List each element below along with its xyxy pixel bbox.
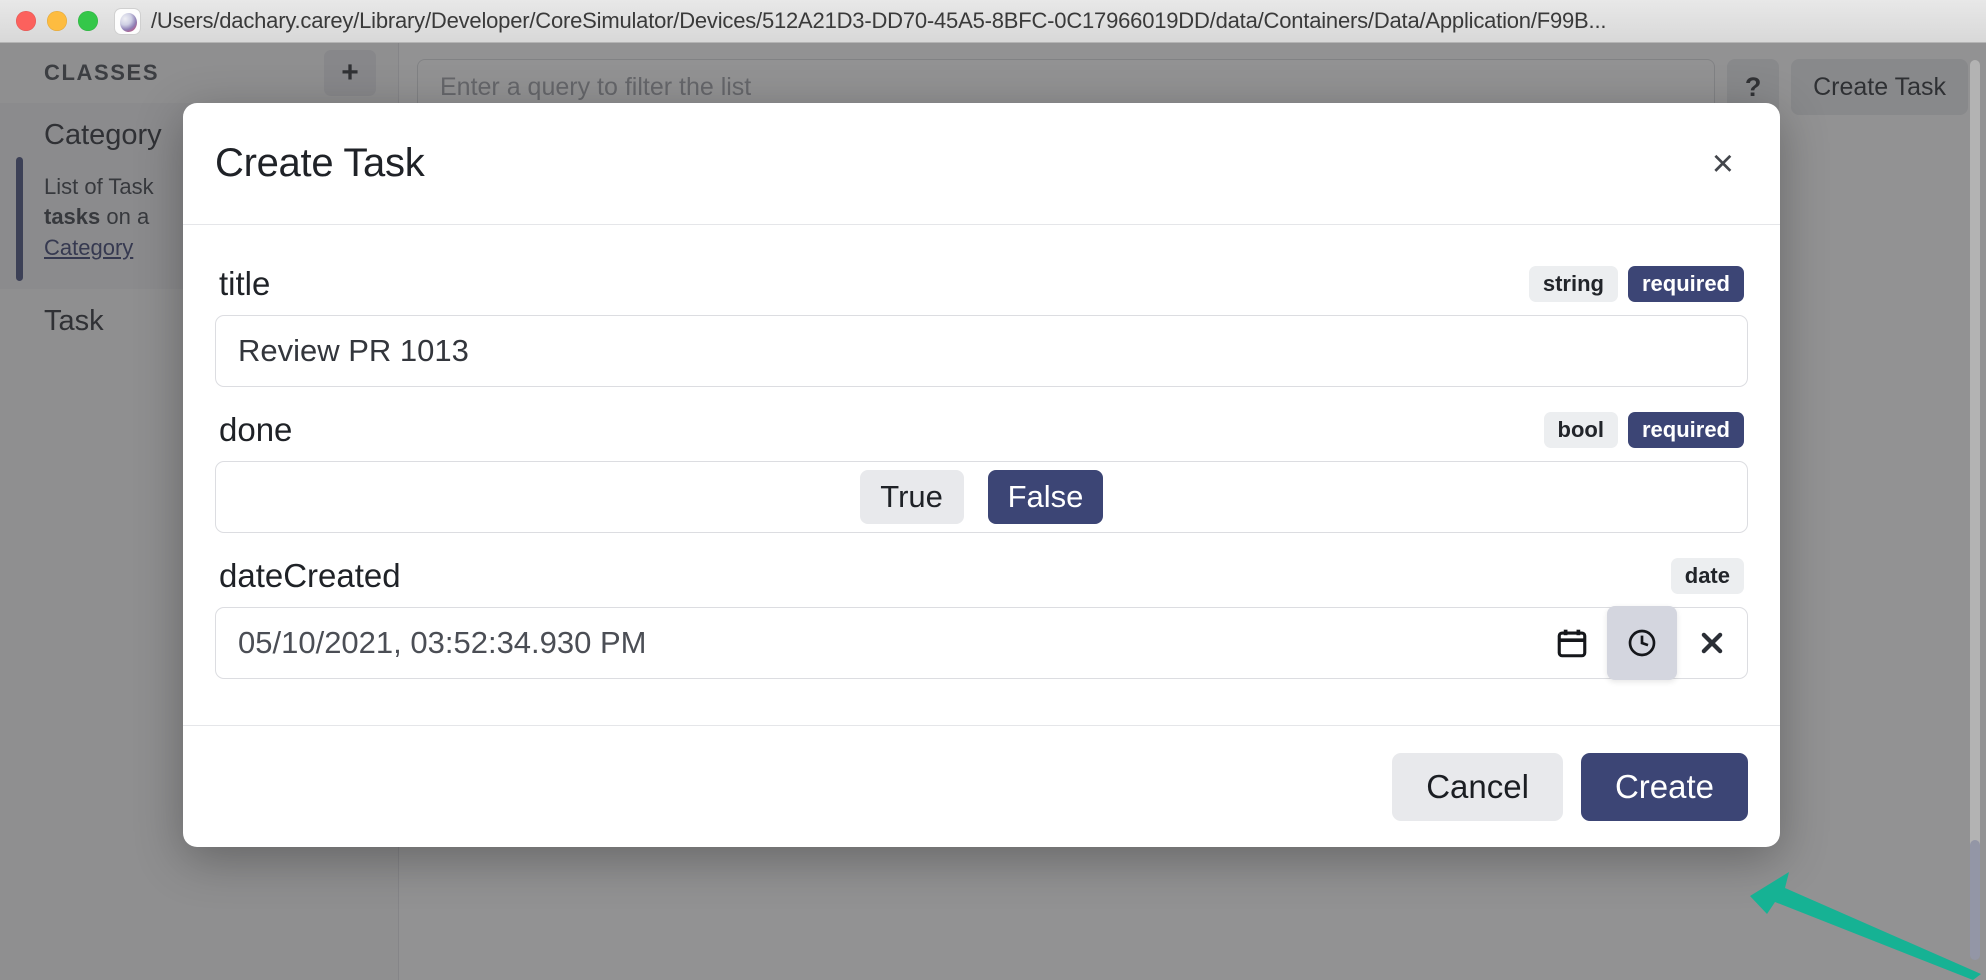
modal-header: Create Task × [183,103,1780,225]
done-option-false[interactable]: False [987,470,1104,524]
modal-footer: Cancel Create [183,725,1780,847]
field-title-badges: string required [1528,266,1744,302]
clock-icon[interactable] [1607,606,1677,680]
modal-body: title string required Review PR 1013 don… [183,225,1780,725]
required-badge: required [1627,412,1744,448]
window-title: /Users/dachary.carey/Library/Developer/C… [151,8,1607,33]
app-scrollbar-thumb[interactable] [1970,840,1980,960]
clear-icon[interactable] [1677,608,1747,678]
realm-studio-icon [114,7,141,35]
date-created-input[interactable]: 05/10/2021, 03:52:34.930 PM [238,625,1537,661]
field-date-created-header: dateCreated date [215,545,1748,607]
date-created-control: 05/10/2021, 03:52:34.930 PM [215,606,1748,680]
type-badge: date [1670,558,1744,594]
os-window: /Users/dachary.carey/Library/Developer/C… [0,0,1986,980]
done-toggle-group: True False [215,461,1748,533]
field-date-created: dateCreated date 05/10/2021, 03:52:34.93… [215,545,1748,680]
field-date-created-badges: date [1670,558,1744,594]
close-icon[interactable]: × [1702,141,1744,187]
zoom-window-button[interactable] [78,11,98,31]
date-action-group [1537,606,1747,680]
field-date-created-label: dateCreated [219,557,401,594]
calendar-icon[interactable] [1537,608,1607,678]
title-input[interactable]: Review PR 1013 [215,315,1748,387]
close-window-button[interactable] [16,11,36,31]
done-option-true[interactable]: True [859,470,964,524]
create-task-modal: Create Task × title string required Revi… [183,103,1780,847]
field-title-header: title string required [215,253,1748,315]
create-button[interactable]: Create [1580,752,1748,821]
field-done-header: done bool required [215,399,1748,461]
field-title: title string required Review PR 1013 [215,253,1748,387]
modal-title: Create Task [215,141,425,185]
app-scrollbar-track[interactable] [1970,60,1980,930]
field-done-label: done [219,411,293,448]
traffic-light-group [16,11,98,31]
type-badge: string [1528,266,1618,302]
field-done: done bool required True False [215,399,1748,533]
window-titlebar: /Users/dachary.carey/Library/Developer/C… [0,0,1986,43]
field-done-badges: bool required [1543,412,1744,448]
type-badge: bool [1543,412,1618,448]
cancel-button[interactable]: Cancel [1392,752,1563,821]
field-title-label: title [219,265,271,302]
minimize-window-button[interactable] [47,11,67,31]
required-badge: required [1627,266,1744,302]
